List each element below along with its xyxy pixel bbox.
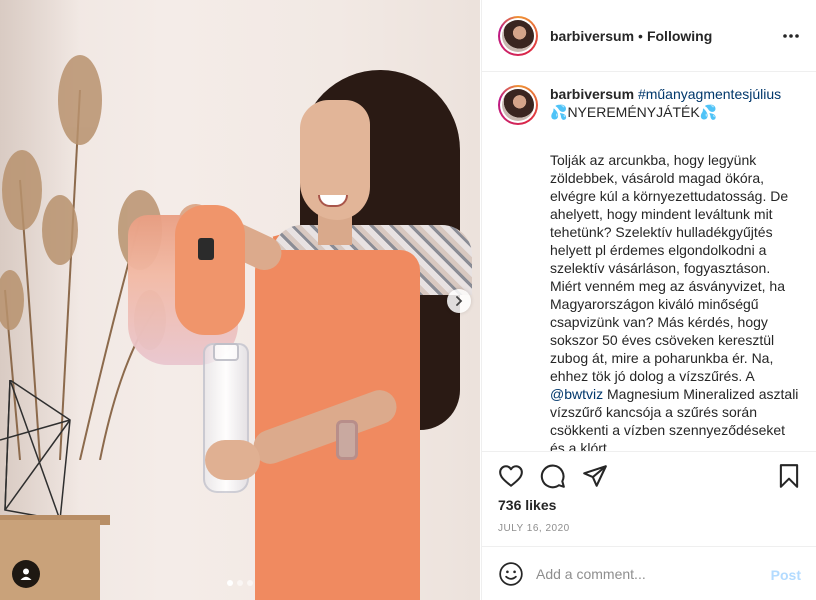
pitcher-lid	[175, 205, 245, 335]
post-comment-button[interactable]: Post	[771, 567, 801, 583]
comment-bar: Post	[482, 546, 816, 600]
avatar-frame	[500, 17, 536, 54]
tagged-users-button[interactable]	[12, 560, 40, 588]
avatar-image	[502, 89, 534, 121]
side-table	[0, 520, 100, 600]
actions-divider	[482, 451, 816, 452]
contest-label: NYEREMÉNYJÁTÉK	[567, 104, 700, 120]
caption-hashtag[interactable]: #műanyagmentesjúlius	[638, 86, 781, 102]
post-sidebar: barbiversum • Following barbiversum #műa…	[481, 0, 816, 600]
avatar-frame	[500, 87, 536, 123]
chevron-right-icon	[456, 296, 463, 306]
avatar-image	[502, 19, 534, 52]
emoji-icon[interactable]	[498, 561, 524, 587]
action-bar	[498, 463, 608, 489]
comment-bubble-icon[interactable]	[540, 463, 566, 489]
header-separator: •	[638, 27, 643, 44]
caption-text: Tolják az arcunkba, hogy legyünk zöldebb…	[550, 151, 801, 451]
water-drops-emoji: 💦	[699, 104, 718, 120]
water-drops-emoji: 💦	[550, 104, 568, 120]
bookmark-icon[interactable]	[776, 463, 802, 489]
wristwatch	[336, 420, 358, 460]
woman-hand	[205, 440, 260, 480]
caption-heading: barbiversum #műanyagmentesjúlius 💦NYEREM…	[550, 85, 801, 121]
more-dots-icon	[783, 34, 799, 38]
caption-author-avatar[interactable]	[498, 85, 538, 125]
wire-vase	[0, 380, 71, 520]
post-photo[interactable]	[0, 0, 480, 600]
caption-area: barbiversum #műanyagmentesjúlius 💦NYEREM…	[482, 73, 816, 451]
caption-text-part: Tolják az arcunkba, hogy legyünk zöldebb…	[550, 152, 789, 384]
user-tag-icon	[20, 568, 32, 580]
bottle-neck	[213, 343, 239, 361]
carousel-dot	[247, 580, 253, 586]
author-avatar[interactable]	[498, 15, 538, 56]
caption-body: barbiversum #műanyagmentesjúlius 💦NYEREM…	[550, 85, 801, 451]
comment-input[interactable]	[536, 565, 756, 582]
carousel-dot	[237, 580, 243, 586]
post-header: barbiversum • Following	[482, 0, 816, 72]
caption-mention[interactable]: @bwtviz	[550, 386, 603, 402]
likes-count[interactable]: 736 likes	[498, 497, 556, 513]
carousel-next-button[interactable]	[447, 289, 471, 313]
pitcher-indicator	[198, 238, 214, 260]
more-options-button[interactable]	[781, 28, 801, 44]
following-button[interactable]: Following	[647, 28, 712, 44]
carousel-indicator	[227, 580, 253, 586]
post-date: JULY 16, 2020	[498, 523, 570, 534]
carousel-dot	[227, 580, 233, 586]
caption-username[interactable]: barbiversum	[550, 86, 634, 102]
paper-plane-icon[interactable]	[582, 463, 608, 489]
author-username[interactable]: barbiversum	[550, 28, 634, 44]
heart-icon[interactable]	[498, 463, 524, 489]
